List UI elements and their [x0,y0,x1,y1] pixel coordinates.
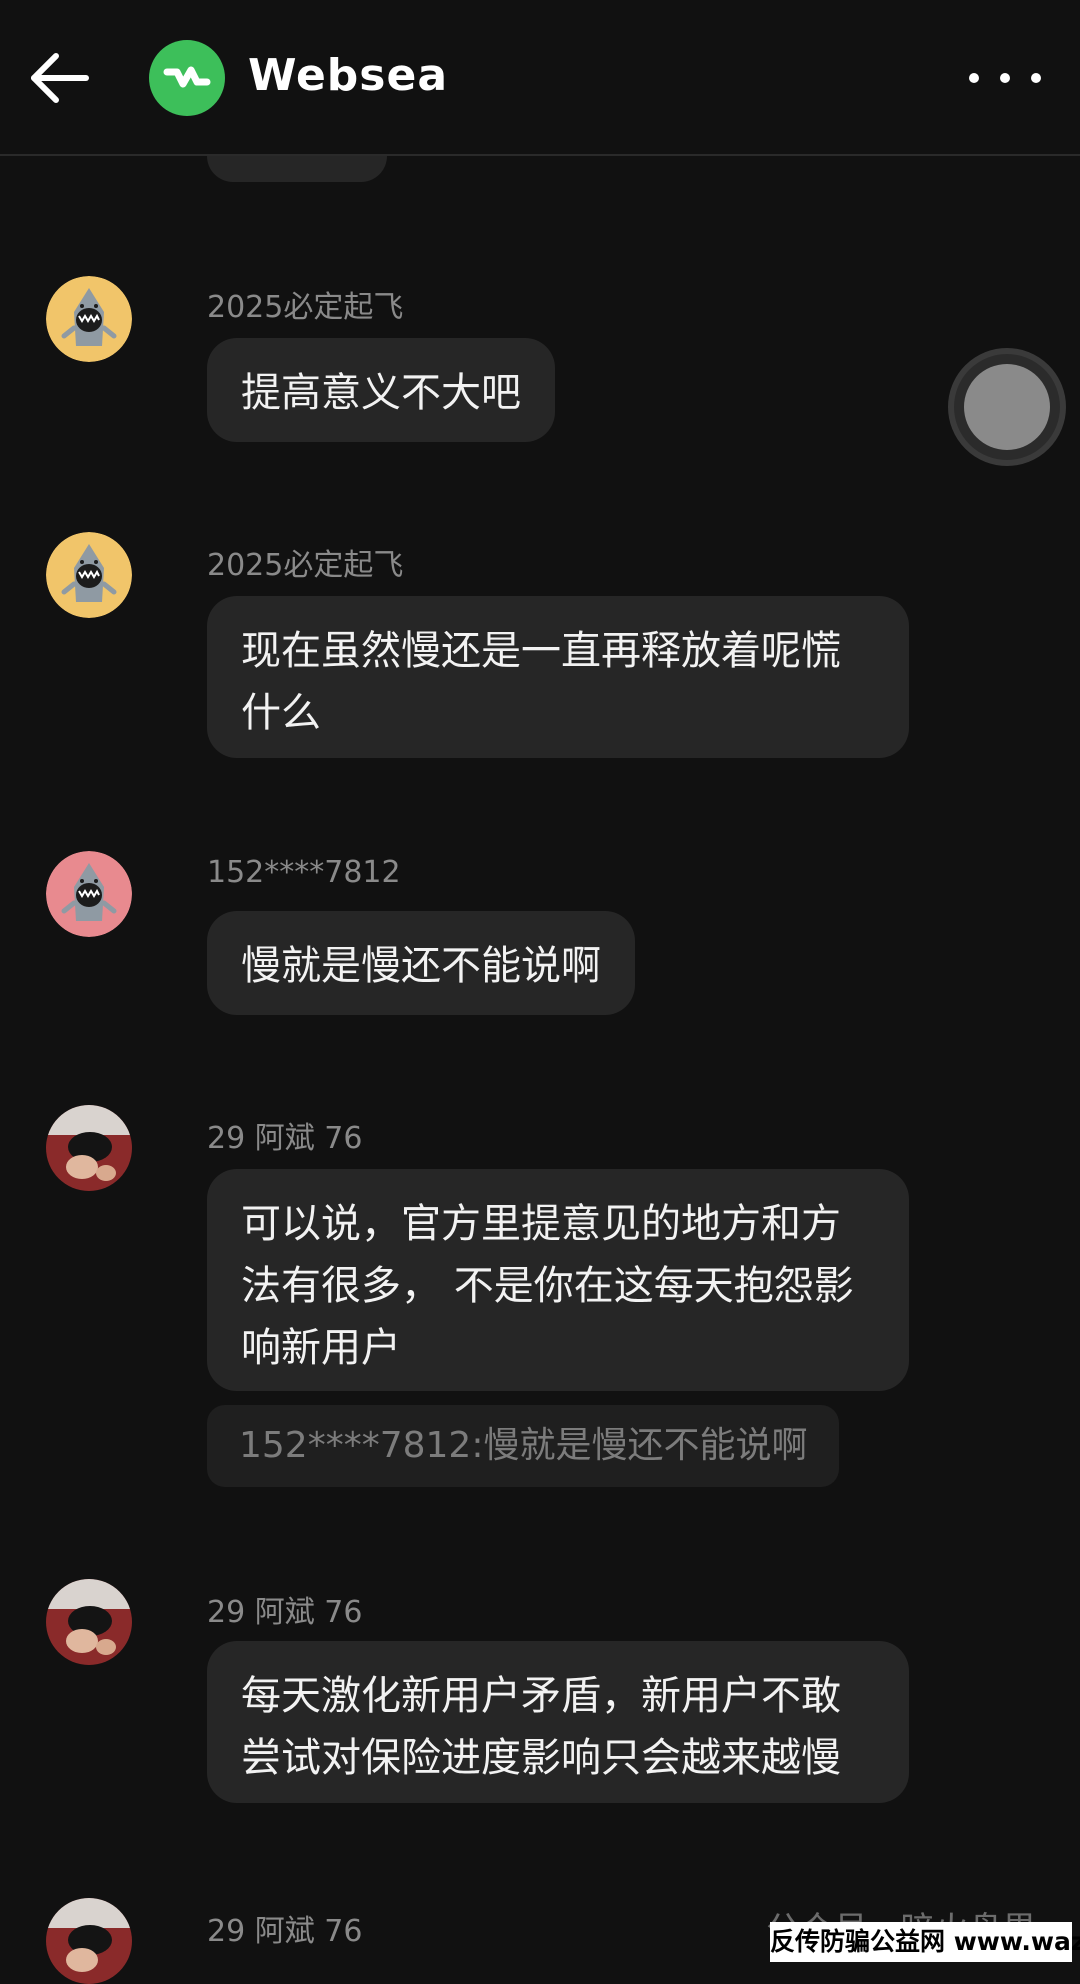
message-text: 慢就是慢还不能说啊 [241,943,601,989]
quoted-reply[interactable]: 152****7812:慢就是慢还不能说啊 [207,1405,840,1487]
sender-name: 29 阿斌 76 [207,1914,363,1949]
message-text-line: 什么 [241,690,321,736]
more-horizontal-icon [969,73,1041,83]
message-bubble[interactable]: 可以说，官方里提意见的地方和方 法有很多， 不是你在这每天抱怨影 响新用户 [207,1169,909,1391]
shark-avatar-icon[interactable] [46,532,132,618]
site-watermark: 反传防骗公益网 www.wazi.cc [770,1922,1080,1962]
photo-avatar-icon[interactable] [46,1105,132,1191]
websea-logo-icon [149,40,225,116]
photo-avatar-icon[interactable] [46,1898,132,1984]
shark-avatar-icon[interactable] [46,276,132,362]
message-text-line: 现在虽然慢还是一直再释放着呢慌 [241,628,841,674]
message-text-line: 法有很多， 不是你在这每天抱怨影 [241,1263,854,1309]
sender-name: 2025必定起飞 [207,548,404,583]
sender-name: 29 阿斌 76 [207,1121,363,1156]
arrow-left-icon [31,53,89,103]
more-options-button[interactable] [966,58,1044,98]
message-text-line: 响新用户 [241,1325,401,1371]
message-text-line: 可以说，官方里提意见的地方和方 [241,1201,841,1247]
photo-avatar-icon[interactable] [46,1579,132,1665]
sender-name: 152****7812 [207,855,401,890]
message-bubble[interactable]: 现在虽然慢还是一直再释放着呢慌 什么 [207,596,909,758]
floating-button-knob [964,364,1050,450]
message-bubble[interactable]: 提高意义不大吧 [207,338,555,442]
floating-assistive-button[interactable] [948,348,1066,466]
message-bubble[interactable]: 每天激化新用户矛盾，新用户不敢 尝试对保险进度影响只会越来越慢 [207,1641,909,1803]
chat-header: Websea [0,0,1080,156]
message-text-line: 尝试对保险进度影响只会越来越慢 [241,1735,841,1781]
shark-avatar-icon[interactable] [46,851,132,937]
message-bubble[interactable]: 慢就是慢还不能说啊 [207,911,635,1015]
message-text-line: 每天激化新用户矛盾，新用户不敢 [241,1673,841,1719]
previous-message-bubble [207,156,387,182]
chat-title: Websea [248,50,449,101]
sender-name: 2025必定起飞 [207,290,404,325]
message-text: 提高意义不大吧 [241,370,521,416]
sender-name: 29 阿斌 76 [207,1595,363,1630]
back-button[interactable] [28,48,92,108]
